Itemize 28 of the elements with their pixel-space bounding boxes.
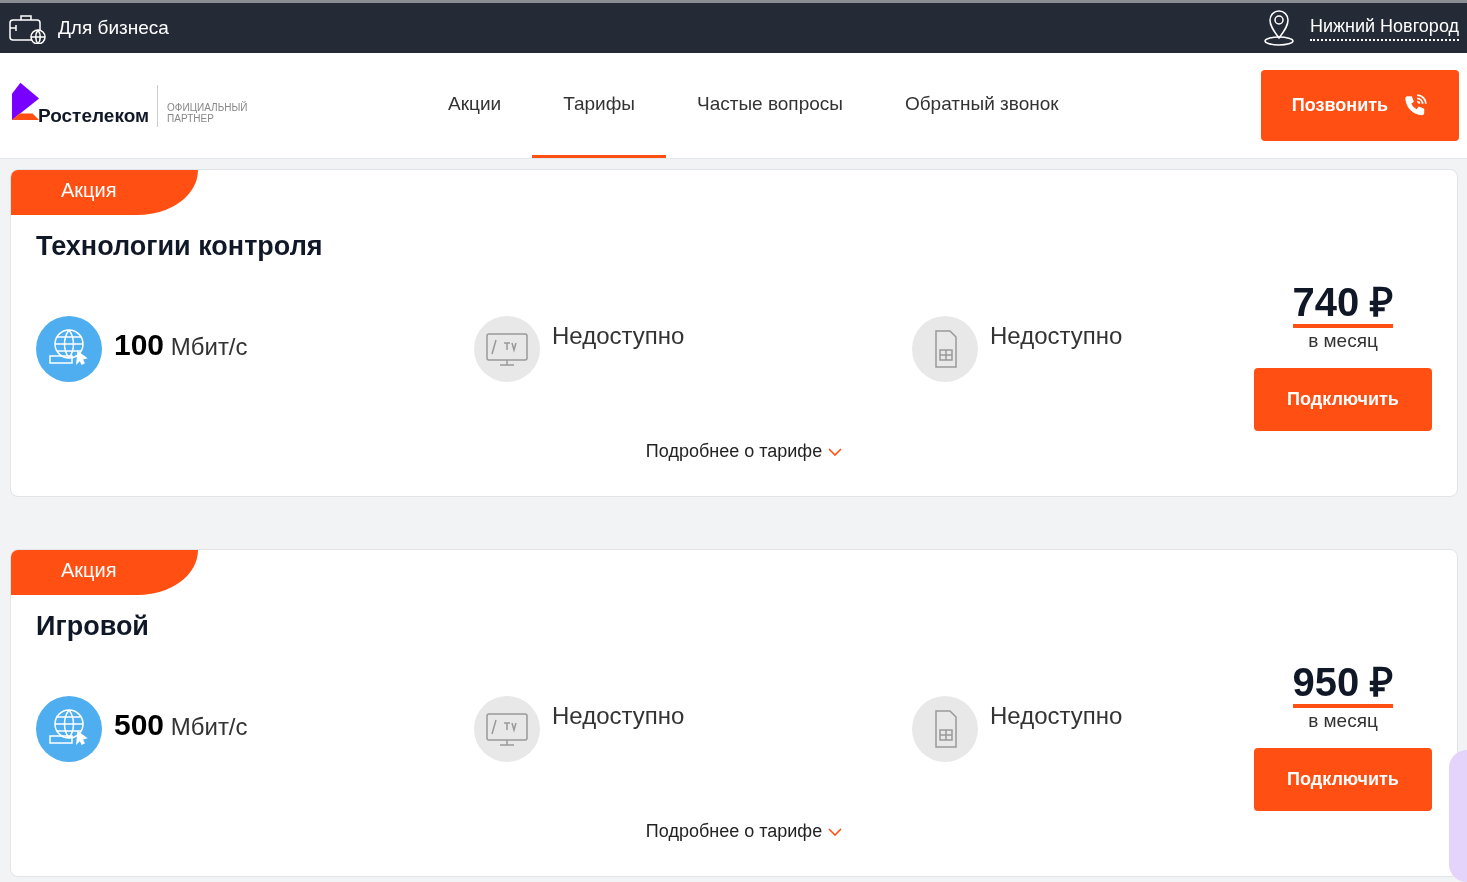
feature-status: Недоступно: [990, 702, 1123, 730]
chevron-down-icon: [828, 447, 843, 456]
location-pin-icon: [1261, 8, 1296, 48]
promo-badge: Акция: [11, 550, 198, 595]
tariff-details-link[interactable]: Подробнее о тарифе: [645, 441, 843, 462]
nav-tab[interactable]: Акции: [417, 53, 533, 158]
briefcase-globe-icon: [8, 12, 48, 44]
nav-tab[interactable]: Частые вопросы: [665, 53, 874, 158]
logo-name: Ростелеком: [38, 84, 159, 127]
feature-status: Недоступно: [990, 322, 1123, 350]
business-label[interactable]: Для бизнеса: [58, 17, 169, 39]
tariff-details-link[interactable]: Подробнее о тарифе: [645, 821, 843, 842]
chevron-down-icon: [828, 827, 843, 836]
feature-status: Недоступно: [552, 702, 685, 730]
feature-status: Недоступно: [552, 322, 685, 350]
tariff-title: Игровой: [36, 611, 150, 642]
speed-value: 100 Мбит/с: [114, 328, 248, 362]
price-period: в месяц: [1308, 330, 1378, 352]
price: 950 ₽: [1292, 660, 1394, 708]
price: 740 ₽: [1292, 280, 1394, 328]
promo-badge: Акция: [11, 170, 198, 215]
partner-label: ОФИЦИАЛЬНЫЙ ПАРТНЕР: [167, 100, 249, 124]
speed-value: 500 Мбит/с: [114, 708, 248, 742]
price-period: в месяц: [1308, 710, 1378, 732]
tariff-title: Технологии контроля: [36, 231, 324, 262]
nav-tab[interactable]: Тарифы: [532, 53, 666, 158]
city-link[interactable]: Нижний Новгород: [1309, 15, 1459, 41]
nav-tab[interactable]: Обратный звонок: [873, 53, 1090, 158]
